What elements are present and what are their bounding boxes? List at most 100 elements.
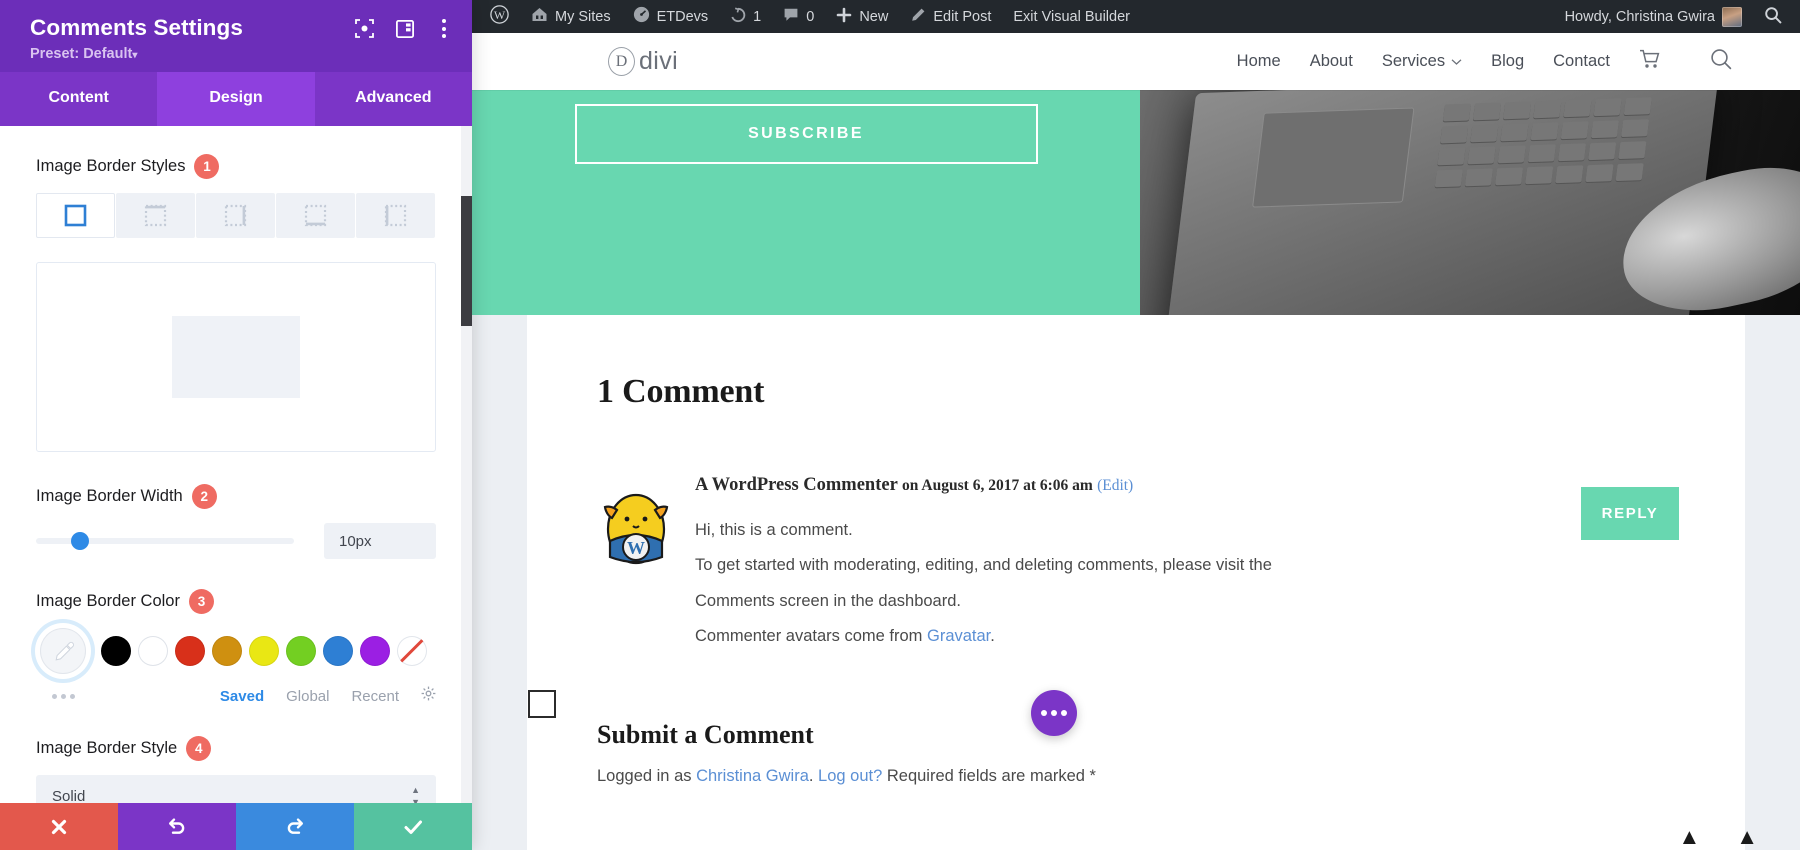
- panel-scrollbar[interactable]: [461, 126, 472, 803]
- nav-item-about[interactable]: About: [1310, 52, 1353, 71]
- border-style-select[interactable]: Solid ▲ ▼: [36, 775, 436, 803]
- more-horizontal-icon[interactable]: [1031, 690, 1077, 736]
- stepper-arrows-icon[interactable]: ▲ ▼: [411, 785, 420, 803]
- border-style-right-side-icon[interactable]: [196, 193, 275, 238]
- nav-item-services[interactable]: Services: [1382, 52, 1462, 71]
- border-width-slider-handle[interactable]: [70, 532, 89, 550]
- admin-bar-edit-post-label: Edit Post: [933, 8, 992, 25]
- page-scroll-arrows: ▲ ▲: [1678, 826, 1758, 848]
- swatch-black[interactable]: [101, 636, 131, 666]
- comments-heading: 1 Comment: [597, 373, 765, 410]
- admin-bar-comments[interactable]: 0: [772, 0, 825, 33]
- eyedropper-picker-icon[interactable]: [40, 628, 86, 674]
- border-width-input[interactable]: 10px: [324, 523, 436, 559]
- step-badge-4: 4: [186, 736, 212, 761]
- keyboard-photo: [1140, 90, 1800, 315]
- admin-bar-search[interactable]: [1753, 0, 1800, 33]
- swatch-transparent[interactable]: [397, 636, 427, 666]
- comment-item: W A WordPress Commenter on August 6, 201…: [597, 473, 1679, 658]
- nav-item-blog[interactable]: Blog: [1491, 52, 1524, 71]
- scroll-up-arrow-right-icon[interactable]: ▲: [1736, 826, 1758, 848]
- admin-bar-site-name-label: ETDevs: [656, 8, 709, 25]
- header-search-icon[interactable]: [1710, 48, 1732, 75]
- color-link-recent[interactable]: Recent: [351, 688, 399, 705]
- border-style-all-sides-icon[interactable]: [36, 193, 115, 238]
- nav-item-contact[interactable]: Contact: [1553, 52, 1610, 71]
- admin-bar-exit-visual-builder[interactable]: Exit Visual Builder: [1002, 0, 1141, 33]
- svg-text:W: W: [627, 538, 645, 558]
- border-style-top-side-icon[interactable]: [116, 193, 195, 238]
- admin-bar-edit-post[interactable]: Edit Post: [899, 0, 1002, 33]
- swatch-purple[interactable]: [360, 636, 390, 666]
- preset-label: Preset: Default: [30, 46, 133, 62]
- tab-design[interactable]: Design: [157, 72, 315, 126]
- add-section-icon[interactable]: [528, 690, 556, 718]
- comment-edit-link[interactable]: (Edit): [1097, 477, 1133, 494]
- admin-bar-my-sites[interactable]: My Sites: [520, 0, 622, 33]
- image-border-width-label: Image Border Width 2: [36, 484, 436, 509]
- panel-scrollbar-thumb[interactable]: [461, 196, 472, 326]
- gear-icon[interactable]: [421, 686, 436, 706]
- gravatar-suffix: .: [990, 627, 995, 646]
- undo-button[interactable]: [118, 803, 236, 850]
- wp-admin-bar: W My Sites ETDevs 1 0 New Edit Post Exit…: [472, 0, 1800, 33]
- border-style-left-side-icon[interactable]: [356, 193, 435, 238]
- tab-advanced[interactable]: Advanced: [314, 72, 472, 126]
- comment-avatar-wrap: W: [597, 473, 695, 658]
- preset-selector[interactable]: Preset: Default▾: [30, 46, 450, 62]
- comment-line-1: Hi, this is a comment.: [695, 521, 853, 539]
- color-link-global[interactable]: Global: [286, 688, 329, 705]
- shopping-cart-icon[interactable]: [1639, 49, 1661, 74]
- panel-tabs: Content Design Advanced: [0, 72, 472, 126]
- image-border-styles-label: Image Border Styles 1: [36, 154, 436, 179]
- border-width-slider[interactable]: [36, 532, 294, 550]
- panel-body: Image Border Styles 1 Image Border Width…: [0, 126, 472, 803]
- more-colors-icon[interactable]: [36, 693, 75, 699]
- logged-in-note: Logged in as Christina Gwira. Log out? R…: [597, 767, 1655, 786]
- color-link-saved[interactable]: Saved: [220, 688, 264, 705]
- border-style-bottom-side-icon[interactable]: [276, 193, 355, 238]
- swatch-white[interactable]: [138, 636, 168, 666]
- redo-button[interactable]: [236, 803, 354, 850]
- comment-author: A WordPress Commenter: [695, 475, 898, 495]
- color-meta-row: Saved Global Recent: [36, 686, 436, 706]
- step-badge-2: 2: [191, 484, 217, 509]
- subscribe-button[interactable]: SUBSCRIBE: [574, 104, 1038, 164]
- discard-button[interactable]: [0, 803, 118, 850]
- save-button[interactable]: [354, 803, 472, 850]
- logout-link[interactable]: Log out?: [818, 767, 882, 785]
- step-badge-3: 3: [188, 589, 214, 614]
- tab-content[interactable]: Content: [0, 72, 158, 126]
- admin-bar-account[interactable]: Howdy, Christina Gwira: [1554, 0, 1753, 33]
- admin-bar-greeting: Howdy, Christina Gwira: [1564, 8, 1715, 25]
- swatch-red[interactable]: [175, 636, 205, 666]
- swatch-gold[interactable]: [212, 636, 242, 666]
- reply-button[interactable]: REPLY: [1581, 487, 1679, 540]
- admin-bar-my-sites-label: My Sites: [555, 8, 611, 25]
- admin-bar-site-name[interactable]: ETDevs: [622, 0, 720, 33]
- nav-item-home[interactable]: Home: [1237, 52, 1281, 71]
- gravatar-link[interactable]: Gravatar: [927, 627, 990, 645]
- search-icon: [1764, 6, 1782, 28]
- scroll-up-arrow-left-icon[interactable]: ▲: [1678, 826, 1700, 848]
- layout-columns-icon[interactable]: [396, 19, 414, 38]
- logged-in-prefix: Logged in as: [597, 766, 697, 785]
- pencil-icon: [910, 7, 926, 27]
- admin-bar-new[interactable]: New: [825, 0, 899, 33]
- swatch-green[interactable]: [286, 636, 316, 666]
- admin-bar-exit-label: Exit Visual Builder: [1013, 8, 1130, 25]
- border-style-select-value: Solid: [52, 787, 86, 804]
- wapuu-avatar-icon: W: [597, 489, 675, 567]
- swatch-blue[interactable]: [323, 636, 353, 666]
- swatch-yellow[interactable]: [249, 636, 279, 666]
- admin-bar-new-label: New: [859, 8, 889, 25]
- focus-target-icon[interactable]: [355, 19, 374, 38]
- admin-bar-wordpress-logo[interactable]: W: [472, 0, 520, 33]
- more-vertical-icon[interactable]: [436, 17, 452, 40]
- chevron-down-icon: [1451, 52, 1462, 71]
- logged-in-user-link[interactable]: Christina Gwira: [696, 767, 809, 785]
- divi-logo-icon: D: [608, 47, 635, 76]
- site-logo[interactable]: D divi: [608, 47, 678, 76]
- admin-bar-updates[interactable]: 1: [719, 0, 772, 33]
- admin-bar-comments-count: 0: [806, 8, 815, 25]
